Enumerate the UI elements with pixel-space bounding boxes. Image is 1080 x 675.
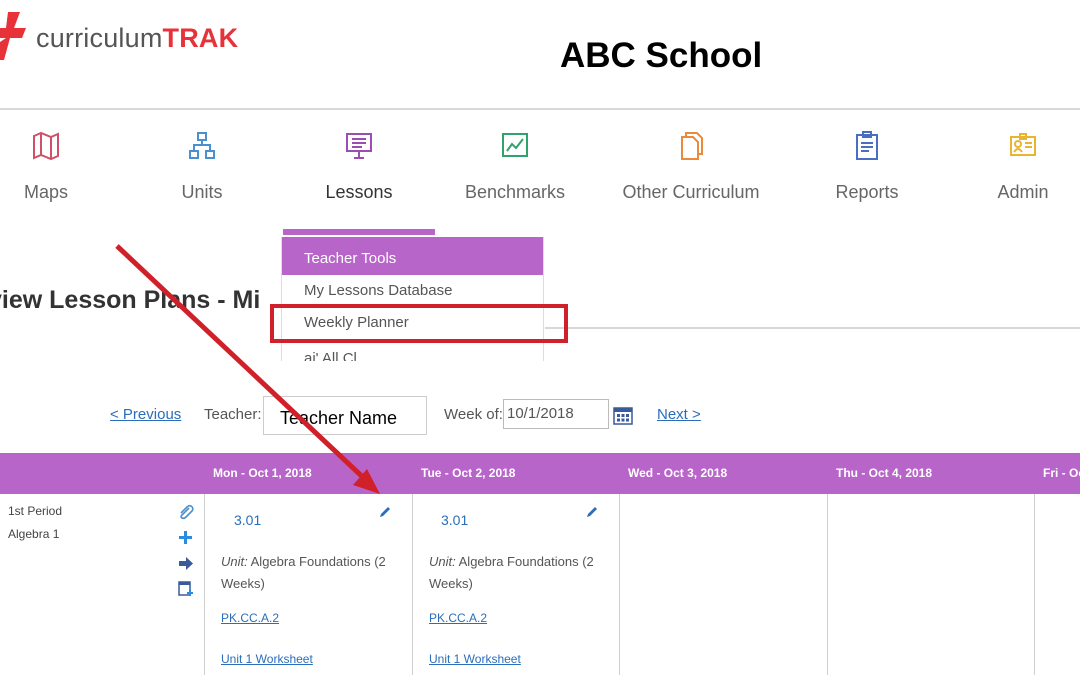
arrow-right-icon[interactable] <box>177 555 194 572</box>
menu-item-my-lessons-database[interactable]: My Lessons Database <box>282 275 543 307</box>
teacher-label: Teacher: <box>204 406 262 423</box>
column-divider <box>412 494 413 675</box>
next-week-link[interactable]: Next > <box>657 406 701 423</box>
nav-label: Other Curriculum <box>622 182 760 202</box>
nav-units[interactable]: Units <box>122 130 282 203</box>
pencil-icon[interactable] <box>585 505 599 519</box>
worksheet-link[interactable]: Unit 1 Worksheet <box>429 652 521 666</box>
nav-label: Lessons <box>325 182 393 202</box>
active-tab-indicator <box>283 229 435 235</box>
nav-label: Units <box>181 182 223 202</box>
nav-label: Admin <box>997 182 1049 202</box>
teacher-field[interactable]: Teacher Name <box>263 396 427 435</box>
standard-link[interactable]: PK.CC.A.2 <box>429 611 487 625</box>
standard-link[interactable]: PK.CC.A.2 <box>221 611 279 625</box>
plus-icon[interactable] <box>177 529 194 546</box>
day-header-mon: Mon - Oct 1, 2018 <box>213 466 312 480</box>
sitemap-icon <box>189 132 215 159</box>
unit-info: Unit: Algebra Foundations (2 Weeks) <box>221 554 386 591</box>
chart-line-icon <box>502 133 528 157</box>
column-divider <box>204 494 205 675</box>
nav-label: Reports <box>835 182 899 202</box>
column-divider <box>1034 494 1035 675</box>
page-title: view Lesson Plans - Mi <box>0 286 261 314</box>
id-card-icon <box>1010 133 1036 156</box>
day-header-wed: Wed - Oct 3, 2018 <box>628 466 728 480</box>
period-label: 1st Period <box>8 504 63 518</box>
worksheet-link[interactable]: Unit 1 Worksheet <box>221 652 313 666</box>
calendar-icon[interactable] <box>613 405 633 425</box>
map-icon <box>33 131 59 161</box>
lesson-number[interactable]: 3.01 <box>234 512 261 528</box>
add-calendar-icon[interactable] <box>177 580 194 597</box>
column-divider <box>827 494 828 675</box>
week-date-field[interactable]: 10/1/2018 <box>503 399 609 429</box>
paperclip-icon[interactable] <box>177 504 194 521</box>
column-divider <box>619 494 620 675</box>
logo: curriculumTRAK <box>36 23 239 53</box>
nav-admin[interactable]: Admin <box>943 130 1080 203</box>
nav-lessons[interactable]: Lessons <box>279 130 439 203</box>
nav-label: Benchmarks <box>464 182 566 202</box>
nav-reports[interactable]: Reports <box>787 130 947 203</box>
presentation-icon <box>346 133 372 159</box>
logo-mark-icon <box>0 12 26 60</box>
pencil-icon[interactable] <box>378 505 392 519</box>
lesson-number[interactable]: 3.01 <box>441 512 468 528</box>
clipboard-icon <box>856 131 878 160</box>
nav-label: Maps <box>23 182 68 202</box>
day-header-fri: Fri - Oc <box>1043 466 1080 480</box>
highlight-annotation-box <box>270 304 568 343</box>
day-header-thu: Thu - Oct 4, 2018 <box>836 466 933 480</box>
course-label: Algebra 1 <box>8 527 60 541</box>
week-of-label: Week of: <box>444 406 503 423</box>
documents-icon <box>681 132 703 160</box>
nav-maps[interactable]: Maps <box>0 130 126 203</box>
header-divider <box>0 108 1080 110</box>
previous-week-link[interactable]: < Previous <box>110 406 181 423</box>
title-divider <box>545 327 1080 329</box>
nav-benchmarks[interactable]: Benchmarks <box>435 130 595 203</box>
school-name: ABC School <box>560 36 763 75</box>
unit-info: Unit: Algebra Foundations (2 Weeks) <box>429 554 594 591</box>
nav-other-curriculum[interactable]: Other Curriculum <box>611 130 771 203</box>
dropdown-header[interactable]: Teacher Tools <box>282 237 543 275</box>
day-header-tue: Tue - Oct 2, 2018 <box>421 466 516 480</box>
